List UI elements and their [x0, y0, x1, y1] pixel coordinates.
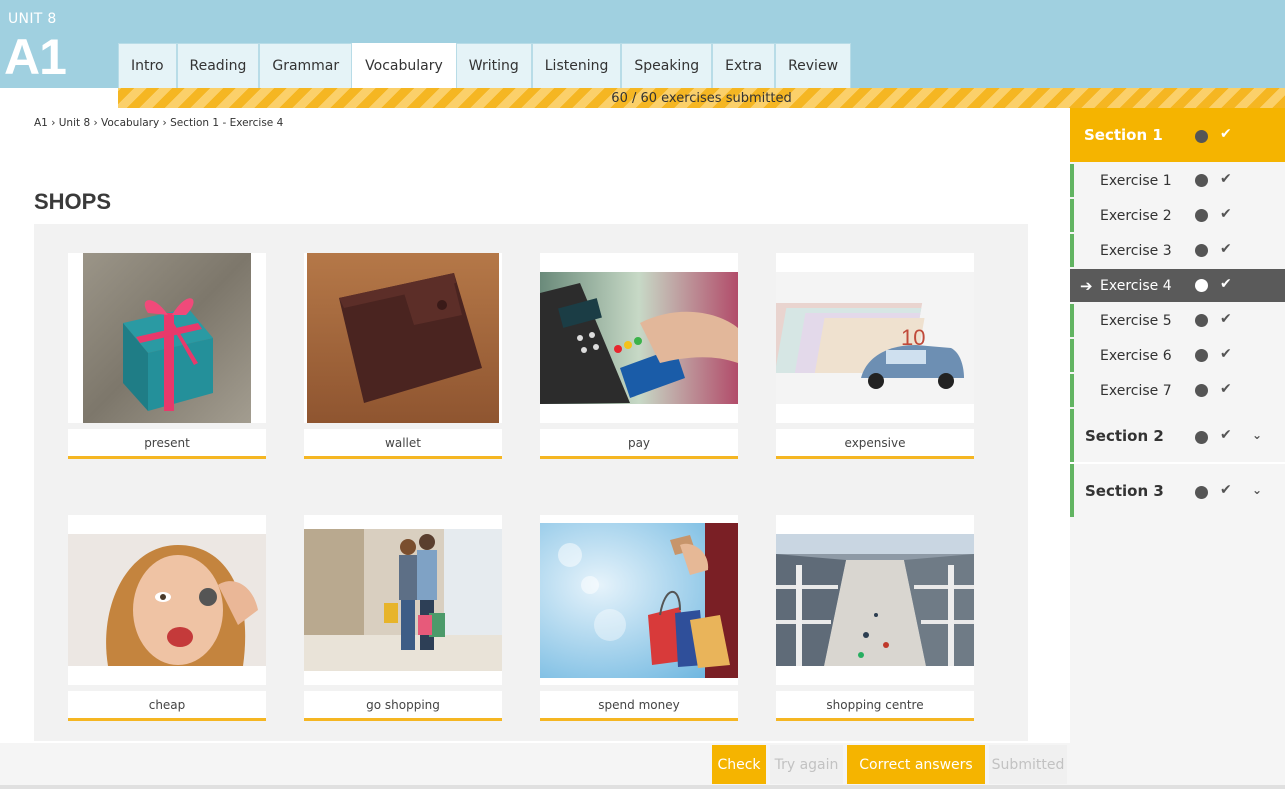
exercise-label: Exercise 7	[1100, 382, 1172, 399]
shopping-bags-image	[540, 515, 738, 685]
card-label: pay	[540, 429, 738, 459]
arrow-right-icon: ➔	[1080, 276, 1093, 295]
circle-icon	[1195, 130, 1208, 143]
chevron-down-icon[interactable]: ⌄	[1252, 428, 1262, 442]
circle-icon	[1195, 349, 1208, 362]
bottom-border	[0, 785, 1285, 789]
circle-icon	[1195, 279, 1208, 292]
checkmark-icon: ✔	[1220, 346, 1232, 362]
top-header: UNIT 8 A1 Intro Reading Grammar Vocabula…	[0, 0, 1285, 88]
sidebar-item-exercise-3[interactable]: Exercise 3 ✔	[1070, 234, 1285, 267]
level-label: A1	[4, 29, 67, 85]
circle-icon	[1195, 431, 1208, 444]
tab-listening[interactable]: Listening	[531, 43, 622, 88]
progress-strip: 60 / 60 exercises submitted	[118, 88, 1285, 108]
unit-label: UNIT 8	[8, 11, 57, 27]
gift-box-image	[68, 253, 266, 423]
sidebar-item-exercise-5[interactable]: Exercise 5 ✔	[1070, 304, 1285, 337]
tab-reading[interactable]: Reading	[176, 43, 260, 88]
tab-intro[interactable]: Intro	[118, 43, 177, 88]
vocab-card[interactable]: wallet	[304, 253, 502, 459]
breadcrumb: A1 › Unit 8 › Vocabulary › Section 1 - E…	[34, 117, 284, 129]
exercise-label: Exercise 4	[1100, 277, 1172, 294]
section-tabs: Intro Reading Grammar Vocabulary Writing…	[118, 43, 852, 88]
vocab-card[interactable]: pay	[540, 253, 738, 459]
card-label: go shopping	[304, 691, 502, 721]
vocab-card[interactable]: cheap	[68, 515, 266, 721]
checkmark-icon: ✔	[1220, 276, 1232, 292]
vocab-card[interactable]: go shopping	[304, 515, 502, 721]
circle-icon	[1195, 244, 1208, 257]
money-car-image: 10	[776, 253, 974, 423]
card-label: wallet	[304, 429, 502, 459]
try-again-button[interactable]: Try again	[770, 745, 843, 784]
tab-speaking[interactable]: Speaking	[621, 43, 713, 88]
sidebar-item-exercise-4[interactable]: ➔ Exercise 4 ✔	[1070, 269, 1285, 302]
section-label: Section 1	[1084, 126, 1163, 144]
circle-icon	[1195, 384, 1208, 397]
page-title: SHOPS	[34, 189, 112, 214]
checkmark-icon: ✔	[1220, 126, 1232, 142]
sidebar-item-exercise-6[interactable]: Exercise 6 ✔	[1070, 339, 1285, 372]
tab-vocabulary[interactable]: Vocabulary	[352, 43, 456, 88]
card-label: spend money	[540, 691, 738, 721]
section-2-header[interactable]: Section 2 ✔ ⌄	[1070, 409, 1285, 462]
vocab-card[interactable]: 10 expensive	[776, 253, 974, 459]
circle-icon	[1195, 174, 1208, 187]
exercise-label: Exercise 3	[1100, 242, 1172, 259]
check-button[interactable]: Check	[712, 745, 766, 784]
exercise-label: Exercise 2	[1100, 207, 1172, 224]
section-1-header[interactable]: Section 1 ✔	[1070, 108, 1285, 162]
card-label: cheap	[68, 691, 266, 721]
card-label: expensive	[776, 429, 974, 459]
sidebar-item-exercise-1[interactable]: Exercise 1 ✔	[1070, 164, 1285, 197]
checkmark-icon: ✔	[1220, 206, 1232, 222]
woman-coin-image	[68, 515, 266, 685]
exercise-label: Exercise 6	[1100, 347, 1172, 364]
sidebar-item-exercise-7[interactable]: Exercise 7 ✔	[1070, 374, 1285, 407]
checkmark-icon: ✔	[1220, 482, 1232, 498]
circle-icon	[1195, 209, 1208, 222]
tab-extra[interactable]: Extra	[712, 43, 776, 88]
sidebar-item-exercise-2[interactable]: Exercise 2 ✔	[1070, 199, 1285, 232]
wallet-image	[304, 253, 502, 423]
correct-answers-button[interactable]: Correct answers	[847, 745, 985, 784]
exercise-label: Exercise 5	[1100, 312, 1172, 329]
couple-shopping-image	[304, 515, 502, 685]
circle-icon	[1195, 486, 1208, 499]
chevron-down-icon[interactable]: ⌄	[1252, 483, 1262, 497]
section-3-header[interactable]: Section 3 ✔ ⌄	[1070, 464, 1285, 517]
section-label: Section 3	[1085, 481, 1164, 500]
vocab-card[interactable]: present	[68, 253, 266, 459]
vocab-card[interactable]: spend money	[540, 515, 738, 721]
exercise-panel: present wallet pay 10 expensive cheap go…	[34, 224, 1028, 741]
exercise-label: Exercise 1	[1100, 172, 1172, 189]
checkmark-icon: ✔	[1220, 171, 1232, 187]
exercise-sidebar: Section 1 ✔ Exercise 1 ✔ Exercise 2 ✔ Ex…	[1070, 108, 1285, 789]
mall-interior-image	[776, 515, 974, 685]
card-label: present	[68, 429, 266, 459]
circle-icon	[1195, 314, 1208, 327]
submitted-button[interactable]: Submitted	[989, 745, 1067, 784]
checkmark-icon: ✔	[1220, 427, 1232, 443]
vocab-card[interactable]: shopping centre	[776, 515, 974, 721]
section-label: Section 2	[1085, 426, 1164, 445]
tab-grammar[interactable]: Grammar	[259, 43, 353, 88]
tab-writing[interactable]: Writing	[455, 43, 532, 88]
card-label: shopping centre	[776, 691, 974, 721]
checkmark-icon: ✔	[1220, 311, 1232, 327]
checkmark-icon: ✔	[1220, 241, 1232, 257]
tab-review[interactable]: Review	[775, 43, 852, 88]
card-payment-image	[540, 253, 738, 423]
checkmark-icon: ✔	[1220, 381, 1232, 397]
